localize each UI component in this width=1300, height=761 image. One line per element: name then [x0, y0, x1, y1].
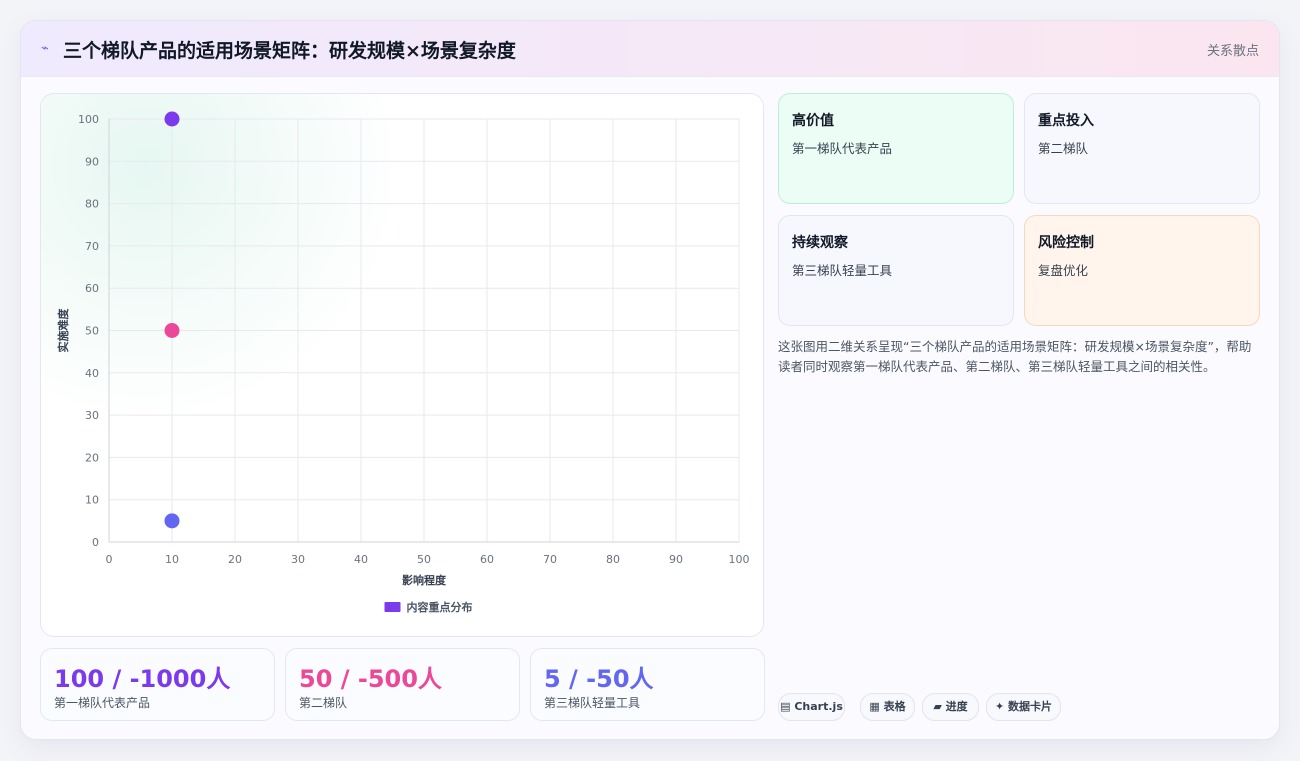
- x-tick-label: 10: [165, 553, 179, 566]
- page-title: 三个梯队产品的适用场景矩阵：研发规模×场景复杂度: [63, 40, 516, 62]
- stat-card-tier2: 50 / -500人 第二梯队: [285, 648, 520, 721]
- quadrant-risk-control: 风险控制 复盘优化: [1024, 215, 1260, 326]
- chip-progress[interactable]: ▰ 进度: [922, 693, 979, 721]
- x-tick-label: 70: [543, 553, 557, 566]
- scatter-chart[interactable]: 0 10 20 30 40 50 60 70 80 90 100 0 10 20 30 40 50 60 70 80 9…: [41, 94, 763, 636]
- x-tick-label: 40: [354, 553, 368, 566]
- chip-label: 表格: [883, 700, 906, 713]
- y-tick-label: 30: [85, 409, 99, 422]
- quadrant-subtitle: 复盘优化: [1038, 263, 1089, 278]
- x-tick-label: 20: [228, 553, 242, 566]
- stat-value: 50 / -500人: [299, 665, 442, 693]
- stat-card-tier1: 100 / -1000人 第一梯队代表产品: [40, 648, 275, 721]
- y-tick-label: 90: [85, 155, 99, 168]
- legend-swatch: [384, 602, 401, 612]
- quadrant-title: 持续观察: [792, 235, 848, 251]
- stat-value: 5 / -50人: [544, 665, 654, 693]
- y-tick-label: 100: [78, 113, 99, 126]
- x-tick-label: 0: [106, 553, 113, 566]
- x-tick-label: 100: [729, 553, 750, 566]
- y-tick-label: 60: [85, 282, 99, 295]
- quadrant-watch: 持续观察 第三梯队轻量工具: [778, 215, 1014, 326]
- chart-type-tag: 关系散点: [1206, 44, 1259, 59]
- quadrant-title: 风险控制: [1038, 235, 1094, 251]
- legend-label: 内容重点分布: [407, 600, 473, 614]
- data-point: [164, 111, 180, 127]
- chart-icon: ▤: [780, 700, 791, 713]
- y-tick-label: 10: [85, 494, 99, 507]
- x-tick-label: 90: [669, 553, 683, 566]
- data-point: [164, 513, 180, 529]
- quadrant-subtitle: 第三梯队轻量工具: [792, 263, 893, 278]
- x-tick-label: 60: [480, 553, 494, 566]
- stat-label: 第二梯队: [299, 696, 348, 710]
- progress-icon: ▰: [933, 700, 942, 713]
- chip-label: Chart.js: [794, 700, 843, 713]
- y-tick-label: 40: [85, 367, 99, 380]
- chip-label: 数据卡片: [1008, 700, 1053, 713]
- sparkle-icon: ✦: [994, 700, 1005, 713]
- stat-label: 第一梯队代表产品: [54, 696, 151, 710]
- y-tick-label: 70: [85, 240, 99, 253]
- y-tick-label: 80: [85, 198, 99, 211]
- chip-table[interactable]: ▦ 表格: [860, 693, 915, 721]
- data-point: [164, 323, 180, 338]
- chart-panel: 0 10 20 30 40 50 60 70 80 90 100 0 10 20 30 40 50 60 70 80 9…: [40, 93, 764, 637]
- quadrant-subtitle: 第一梯队代表产品: [792, 141, 893, 156]
- quadrant-focus-investment: 重点投入 第二梯队: [1024, 93, 1260, 204]
- x-tick-label: 50: [417, 553, 431, 566]
- quadrant-subtitle: 第二梯队: [1038, 141, 1089, 156]
- main-card: ⌁ 三个梯队产品的适用场景矩阵：研发规模×场景复杂度 关系散点 0 10 20 30 4…: [20, 20, 1280, 740]
- stat-value: 100 / -1000人: [54, 665, 231, 693]
- chip-label: 进度: [945, 700, 968, 713]
- y-axis-label: 实施难度: [56, 308, 70, 353]
- table-icon: ▦: [869, 700, 880, 713]
- y-tick-label: 0: [92, 536, 99, 549]
- chip-chartjs[interactable]: ▤ Chart.js: [778, 693, 845, 721]
- x-tick-label: 30: [291, 553, 305, 566]
- header-bar: ⌁ 三个梯队产品的适用场景矩阵：研发规模×场景复杂度 关系散点: [21, 21, 1279, 77]
- stat-label: 第三梯队轻量工具: [544, 696, 641, 710]
- quadrant-title: 高价值: [792, 113, 834, 129]
- lightning-icon: ⌁: [41, 41, 49, 56]
- y-tick-label: 20: [85, 451, 99, 464]
- x-tick-label: 80: [606, 553, 620, 566]
- y-tick-label: 50: [85, 325, 99, 338]
- chip-data-cards[interactable]: ✦ 数据卡片: [986, 693, 1061, 721]
- stat-card-tier3: 5 / -50人 第三梯队轻量工具: [530, 648, 765, 721]
- chart-description: 这张图用二维关系呈现“三个梯队产品的适用场景矩阵：研发规模×场景复杂度”，帮助读…: [778, 339, 1252, 374]
- quadrant-title: 重点投入: [1038, 113, 1094, 129]
- x-axis-label: 影响程度: [402, 573, 447, 587]
- quadrant-high-value: 高价值 第一梯队代表产品: [778, 93, 1014, 204]
